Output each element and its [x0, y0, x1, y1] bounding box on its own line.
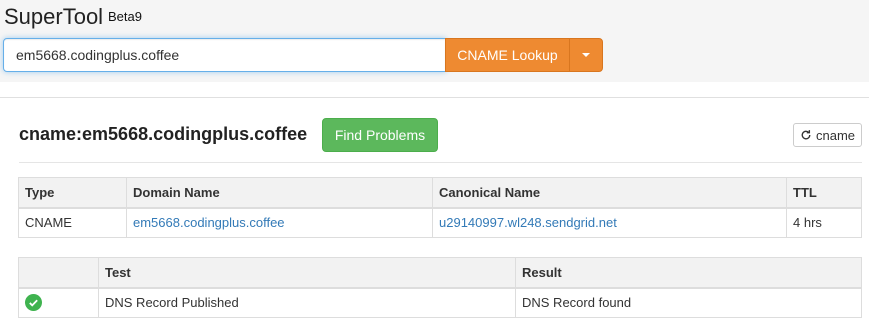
table-header-row: Type Domain Name Canonical Name TTL	[18, 177, 862, 209]
beta-badge: Beta9	[108, 9, 142, 24]
record-type: CNAME	[18, 207, 127, 238]
result-heading: cname:em5668.codingplus.coffee	[19, 124, 308, 144]
app-title[interactable]: SuperTool	[4, 4, 103, 30]
caret-down-icon	[582, 53, 590, 57]
lookup-dropdown-button[interactable]	[569, 38, 603, 72]
table-row: DNS Record Published DNS Record found	[18, 287, 862, 318]
check-circle-icon	[25, 294, 42, 312]
cname-lookup-button[interactable]: CNAME Lookup	[445, 38, 570, 72]
divider	[19, 162, 862, 163]
refresh-label: cname	[815, 127, 856, 143]
column-header: Domain Name	[126, 177, 433, 209]
column-header: Canonical Name	[432, 177, 787, 209]
records-table: Type Domain Name Canonical Name TTL CNAM…	[18, 177, 862, 238]
domain-name-link[interactable]: em5668.codingplus.coffee	[133, 215, 285, 230]
search-input[interactable]	[3, 38, 446, 72]
test-result: DNS Record found	[515, 287, 862, 318]
top-bar: SuperTool Beta9 CNAME Lookup	[0, 0, 869, 82]
ttl-value: 4 hrs	[786, 207, 862, 238]
column-header: Type	[18, 177, 127, 209]
column-header	[18, 257, 99, 289]
tests-table: Test Result DNS Record Published DNS Rec…	[18, 257, 862, 318]
refresh-cname-button[interactable]: cname	[793, 123, 862, 147]
table-header-row: Test Result	[18, 257, 862, 289]
column-header: Result	[515, 257, 862, 289]
test-name: DNS Record Published	[98, 287, 516, 318]
divider	[0, 97, 869, 98]
find-problems-button[interactable]: Find Problems	[322, 118, 438, 152]
column-header: TTL	[786, 177, 862, 209]
canonical-name-link[interactable]: u29140997.wl248.sendgrid.net	[439, 215, 617, 230]
table-row: CNAME em5668.codingplus.coffee u29140997…	[18, 207, 862, 238]
column-header: Test	[98, 257, 516, 289]
refresh-icon	[801, 130, 811, 140]
status-cell	[18, 287, 99, 318]
